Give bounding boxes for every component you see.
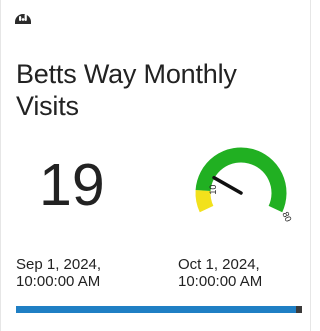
end-date: Oct 1, 2024, 10:00:00 AM [178,256,262,290]
end-date-line-2: 10:00:00 AM [178,273,263,290]
start-date: Sep 1, 2024, 10:00:00 AM [16,256,101,290]
gauge-high-arc [195,147,287,213]
gauge-svg: 10 80 [195,147,294,223]
start-date-line-1: Sep 1, 2024, [16,256,102,273]
start-date-line-2: 10:00:00 AM [16,273,101,290]
card-title: Betts Way Monthly Visits [16,59,237,121]
end-date-line-1: Oct 1, 2024, [178,256,260,273]
metric-value: 19 [39,152,105,218]
metric-card: Betts Way Monthly Visits 19 10 80 Sep 1,… [0,0,311,331]
progress-bar [16,306,302,313]
progress-fill [16,306,297,313]
speedometer-icon [13,8,33,26]
gauge-low-arc [195,190,214,213]
gauge: 10 80 [177,141,305,241]
gauge-min-label: 10 [208,185,218,195]
gauge-max-label: 80 [280,210,293,223]
